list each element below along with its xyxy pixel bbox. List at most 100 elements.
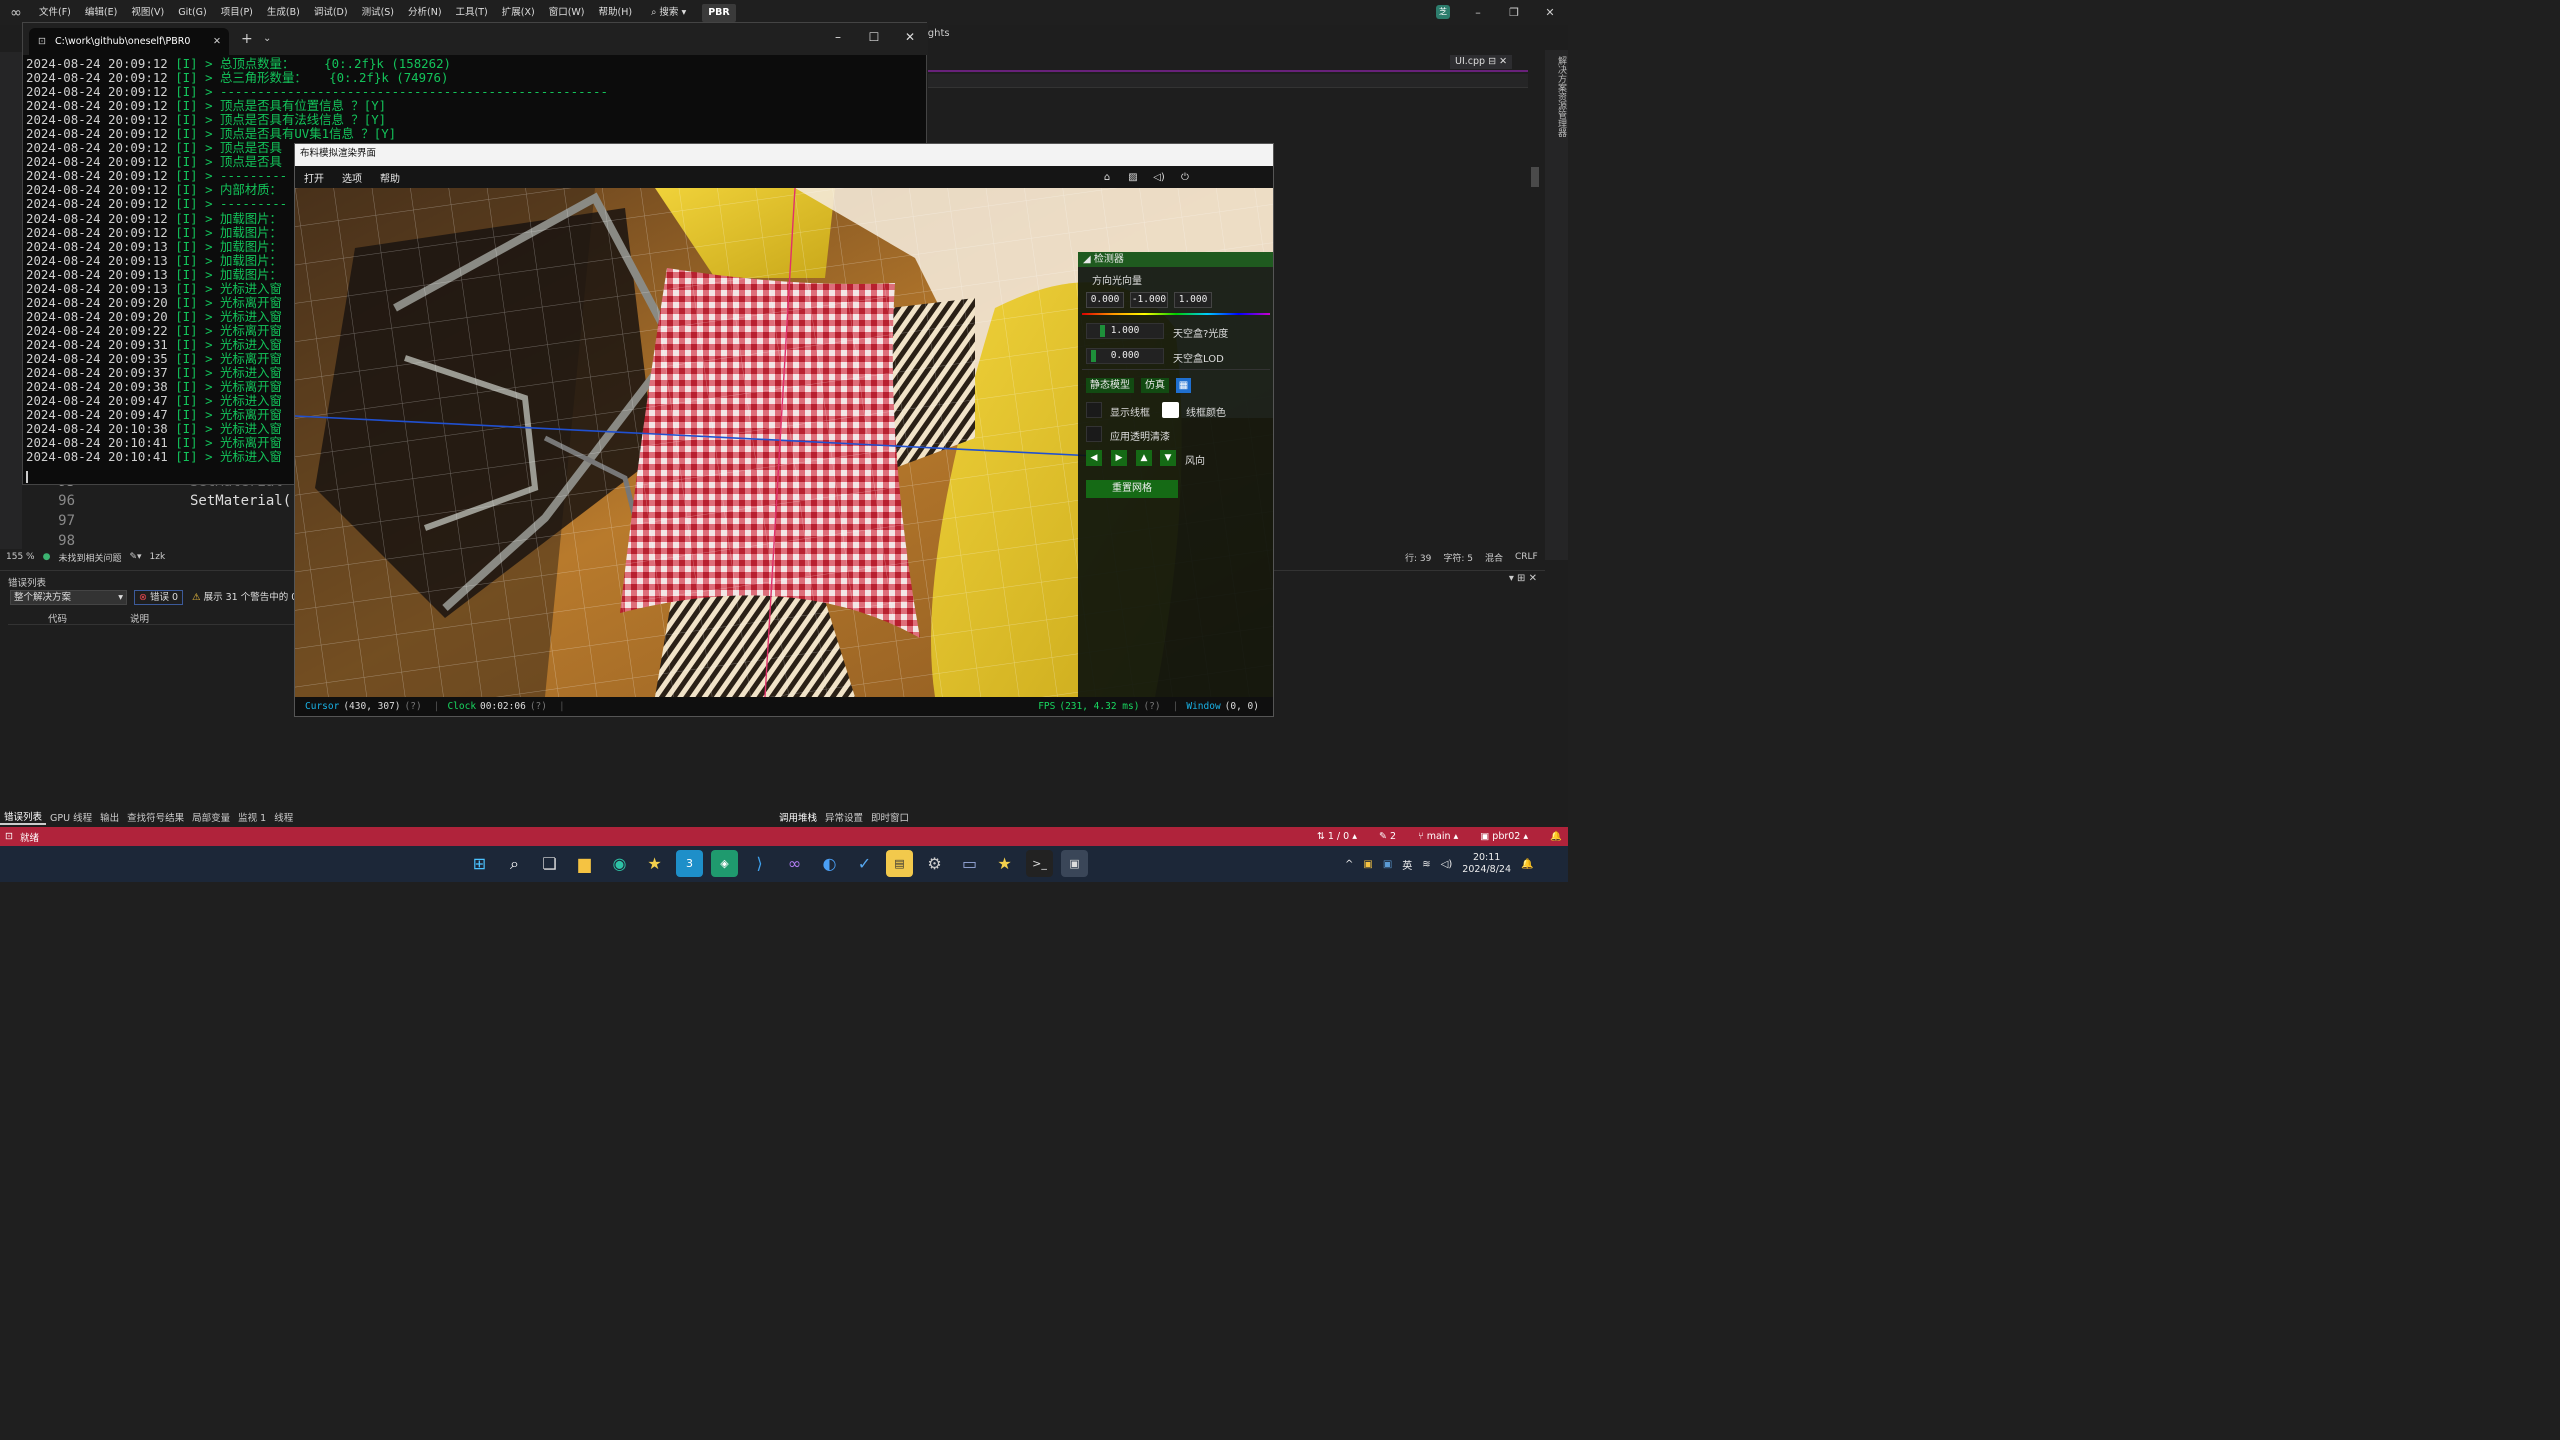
wireframe-color-swatch[interactable] [1162,402,1179,418]
menu-open[interactable]: 打开 [295,170,333,185]
render-viewport[interactable]: ◢ 检测器 方向光向量 0.000 -1.000 1.000 1.000 天空盒… [295,188,1273,697]
zoom-level[interactable]: 155 % [6,552,35,562]
new-tab-button[interactable]: + [241,27,253,51]
bottom-tab[interactable]: GPU 线程 [46,810,96,824]
bottom-tab[interactable]: 线程 [270,810,297,824]
clock-help[interactable]: (?) [530,701,547,712]
start-icon[interactable]: ⊞ [466,850,493,877]
error-scope-select[interactable]: 整个解决方案 ▾ [10,590,127,605]
wind-left-button[interactable]: ◀ [1086,450,1102,466]
column-description[interactable]: 说明 [130,611,149,625]
pending-changes[interactable]: ✎ 2 [1379,831,1396,842]
tab-dropdown-icon[interactable]: ⌄ [263,27,271,51]
branch-selector[interactable]: ⑂ main ▴ [1418,831,1458,842]
show-wireframe-checkbox[interactable] [1086,402,1102,418]
notification-icon[interactable]: 🔔 [1521,859,1533,870]
brush-icon[interactable]: ✎▾ [129,552,141,562]
issues-status[interactable]: 未找到相关问题 [58,551,121,564]
task-view-icon[interactable]: ❏ [536,850,563,877]
close-tab-icon[interactable]: ✕ [213,28,221,55]
wind-right-button[interactable]: ▶ [1111,450,1127,466]
close-icon[interactable]: ✕ [1499,56,1507,67]
reset-mesh-button[interactable]: 重置网格 [1086,480,1178,498]
monitor-icon[interactable]: ▭ [956,850,983,877]
solution-explorer-tab[interactable]: 解决方案资源管理器 [1545,50,1568,560]
cursor-help[interactable]: (?) [405,701,422,712]
app-titlebar[interactable]: 布料模拟渲染界面 [295,144,1273,166]
restore-icon[interactable]: ❐ [1496,0,1532,25]
skybox-lod-slider[interactable]: 0.000 [1086,348,1164,364]
app-3-icon[interactable]: 3 [676,850,703,877]
maximize-icon[interactable]: ☐ [856,23,892,55]
menu-help[interactable]: 帮助 [371,170,409,185]
scrollbar-thumb[interactable] [1531,167,1539,187]
editor-scrollbar[interactable] [1528,72,1542,552]
minimize-icon[interactable]: – [1460,0,1496,25]
whitespace-mode[interactable]: 混合 [1485,551,1503,564]
tab-static-model[interactable]: 静态模型 [1086,378,1134,393]
tray-app-icon[interactable]: ▣ [1363,859,1372,870]
repo-selector[interactable]: ▣ pbr02 ▴ [1480,831,1528,842]
power-icon[interactable]: ⏻ [1177,172,1193,183]
column-code[interactable]: 代码 [48,611,67,625]
notes-icon[interactable]: ▤ [886,850,913,877]
skybox-brightness-slider[interactable]: 1.000 [1086,323,1164,339]
terminal-icon[interactable]: >_ [1026,850,1053,877]
grid-view-icon[interactable]: ▦ [1176,378,1191,393]
solution-name-badge[interactable]: PBR [702,3,736,22]
menu-options[interactable]: 选项 [333,170,371,185]
bottom-tab[interactable]: 监视 1 [234,810,270,824]
home-icon[interactable]: ⌂ [1099,172,1115,183]
wind-up-button[interactable]: ▲ [1136,450,1152,466]
tab-simulation[interactable]: 仿真 [1141,378,1169,393]
editor-navigation-dropdown[interactable] [928,74,1528,88]
settings-icon[interactable]: ⚙ [921,850,948,877]
ime-indicator[interactable]: 英 [1402,857,1412,872]
bottom-tab[interactable]: 即时窗口 [867,810,913,824]
star-app-icon[interactable]: ★ [641,850,668,877]
bottom-tab[interactable]: 局部变量 [188,810,234,824]
wind-down-button[interactable]: ▼ [1160,450,1176,466]
minimize-icon[interactable]: – [820,23,856,55]
app-green-icon[interactable]: ◈ [711,850,738,877]
tab-ui-cpp[interactable]: UI.cpp ⊟ ✕ [1450,55,1513,69]
warning-filter[interactable]: ⚠ 展示 31 个警告中的 0 [192,590,297,605]
error-count-filter[interactable]: ⊗ 错误 0 [134,590,184,605]
slider-knob[interactable] [1091,350,1096,362]
bottom-tab[interactable]: 查找符号结果 [123,810,188,824]
star2-icon[interactable]: ★ [991,850,1018,877]
browser-icon[interactable]: ◐ [816,850,843,877]
search-icon[interactable]: ⌕ [501,850,528,877]
bottom-tab[interactable]: 调用堆栈 [775,810,821,824]
fps-help[interactable]: (?) [1143,701,1160,712]
close-icon[interactable]: ✕ [892,23,928,55]
wifi-icon[interactable]: ≋ [1422,859,1430,870]
commit-sync[interactable]: ⇅ 1 / 0 ▴ [1317,831,1357,842]
search-button[interactable]: ⌕ 搜索 ▾ [645,3,692,23]
nav-back[interactable]: 1zk [150,552,166,562]
line-ending[interactable]: CRLF [1515,552,1538,562]
inspector-header[interactable]: ◢ 检测器 [1078,252,1273,267]
tray-vs-icon[interactable]: ▣ [1383,859,1392,870]
bottom-tab[interactable]: 异常设置 [821,810,867,824]
notifications-icon[interactable]: 🔔 [1550,831,1562,842]
panel-controls[interactable]: ▾ ⊞ ✕ [1509,573,1537,584]
app-window-icon[interactable]: ▣ [1061,850,1088,877]
app-check-icon[interactable]: ✓ [851,850,878,877]
collapse-icon[interactable]: ◢ [1083,254,1091,265]
vscode-icon[interactable]: ⟩ [746,850,773,877]
pin-icon[interactable]: ⊟ [1488,56,1496,67]
line-position[interactable]: 行: 39 [1405,551,1431,564]
chevron-up-icon[interactable]: ^ [1345,859,1353,870]
volume-icon[interactable]: ◁) [1441,859,1453,870]
taskbar-clock[interactable]: 20:11 2024/8/24 [1462,852,1511,876]
char-position[interactable]: 字符: 5 [1443,551,1473,564]
visual-studio-icon[interactable]: ∞ [781,850,808,877]
light-x-input[interactable]: 0.000 [1086,292,1124,308]
bottom-tab[interactable]: 输出 [96,810,123,824]
slider-knob[interactable] [1100,325,1105,337]
code-line[interactable]: SetMaterial( [190,493,291,509]
light-y-input[interactable]: -1.000 [1130,292,1168,308]
bottom-tab[interactable]: 错误列表 [0,809,47,825]
image-icon[interactable]: ▨ [1125,172,1141,183]
